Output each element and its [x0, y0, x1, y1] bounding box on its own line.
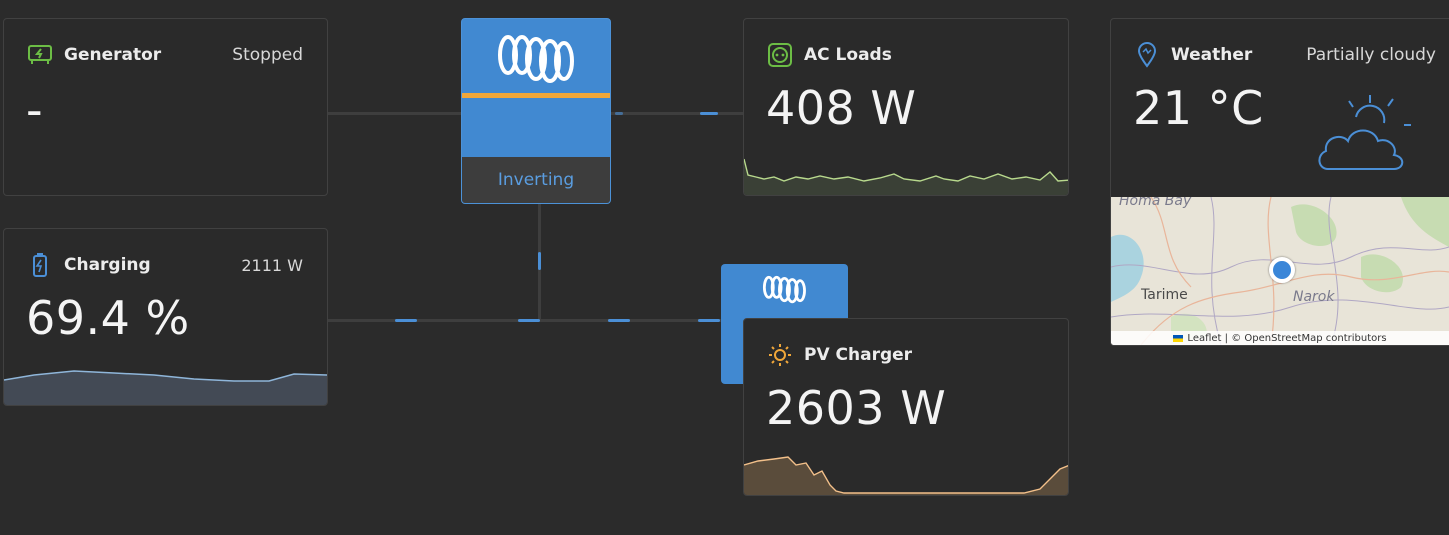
generator-icon — [28, 43, 52, 67]
generator-connector — [328, 112, 461, 115]
weather-title: Weather — [1171, 45, 1253, 65]
battery-power: 2111 W — [241, 255, 303, 275]
location-pin-icon — [1135, 42, 1159, 68]
ac-loads-card[interactable]: AC Loads 408 W — [743, 18, 1069, 196]
battery-card[interactable]: Charging 2111 W 69.4 % — [3, 228, 328, 406]
weather-card[interactable]: Weather Partially cloudy 21 °C Homa Bay … — [1110, 18, 1449, 346]
weather-map[interactable]: Homa Bay Tarime Narok Leaflet | © OpenSt… — [1111, 197, 1449, 345]
generator-card[interactable]: Generator Stopped - — [3, 18, 328, 196]
map-label-narok: Narok — [1293, 289, 1335, 305]
pv-charger-value: 2603 W — [766, 381, 947, 435]
flow-dot — [698, 319, 720, 322]
battery-sparkline — [4, 370, 327, 405]
flow-dot — [615, 112, 623, 115]
ac-loads-sparkline — [744, 158, 1068, 195]
pv-charger-title: PV Charger — [804, 345, 913, 365]
flow-dot — [538, 252, 541, 270]
generator-status: Stopped — [232, 45, 303, 65]
flow-dot — [700, 112, 718, 115]
battery-icon — [28, 253, 52, 277]
flow-dot — [518, 319, 540, 322]
generator-title: Generator — [64, 45, 162, 65]
acloads-connector — [611, 112, 744, 115]
victron-logo-icon — [498, 35, 574, 83]
inverter-accent-bar — [462, 93, 610, 98]
sun-icon — [768, 343, 792, 367]
pv-charger-sparkline — [744, 456, 1068, 495]
flow-dot — [608, 319, 630, 322]
ac-loads-value: 408 W — [766, 81, 917, 135]
partly-cloudy-icon — [1318, 95, 1411, 170]
battery-title: Charging — [64, 255, 151, 275]
weather-temperature: 21 °C — [1133, 81, 1264, 135]
socket-icon — [768, 43, 792, 67]
battery-soc: 69.4 % — [26, 291, 190, 345]
weather-condition: Partially cloudy — [1306, 45, 1436, 65]
inverter-state: Inverting — [462, 157, 610, 203]
ukraine-flag-icon — [1173, 334, 1184, 342]
ac-loads-title: AC Loads — [804, 45, 892, 65]
victron-logo-icon — [762, 275, 806, 304]
inverter-tile[interactable]: Inverting — [461, 18, 611, 204]
attribution-text[interactable]: Leaflet | © OpenStreetMap contributors — [1187, 333, 1386, 344]
flow-dot — [395, 319, 417, 322]
map-label-homa-bay: Homa Bay — [1119, 197, 1192, 209]
location-marker-icon[interactable] — [1269, 257, 1295, 283]
pv-charger-card[interactable]: PV Charger 2603 W — [743, 318, 1069, 496]
map-attribution: Leaflet | © OpenStreetMap contributors — [1111, 331, 1449, 345]
map-label-tarime: Tarime — [1141, 287, 1188, 303]
generator-value: - — [26, 83, 44, 137]
